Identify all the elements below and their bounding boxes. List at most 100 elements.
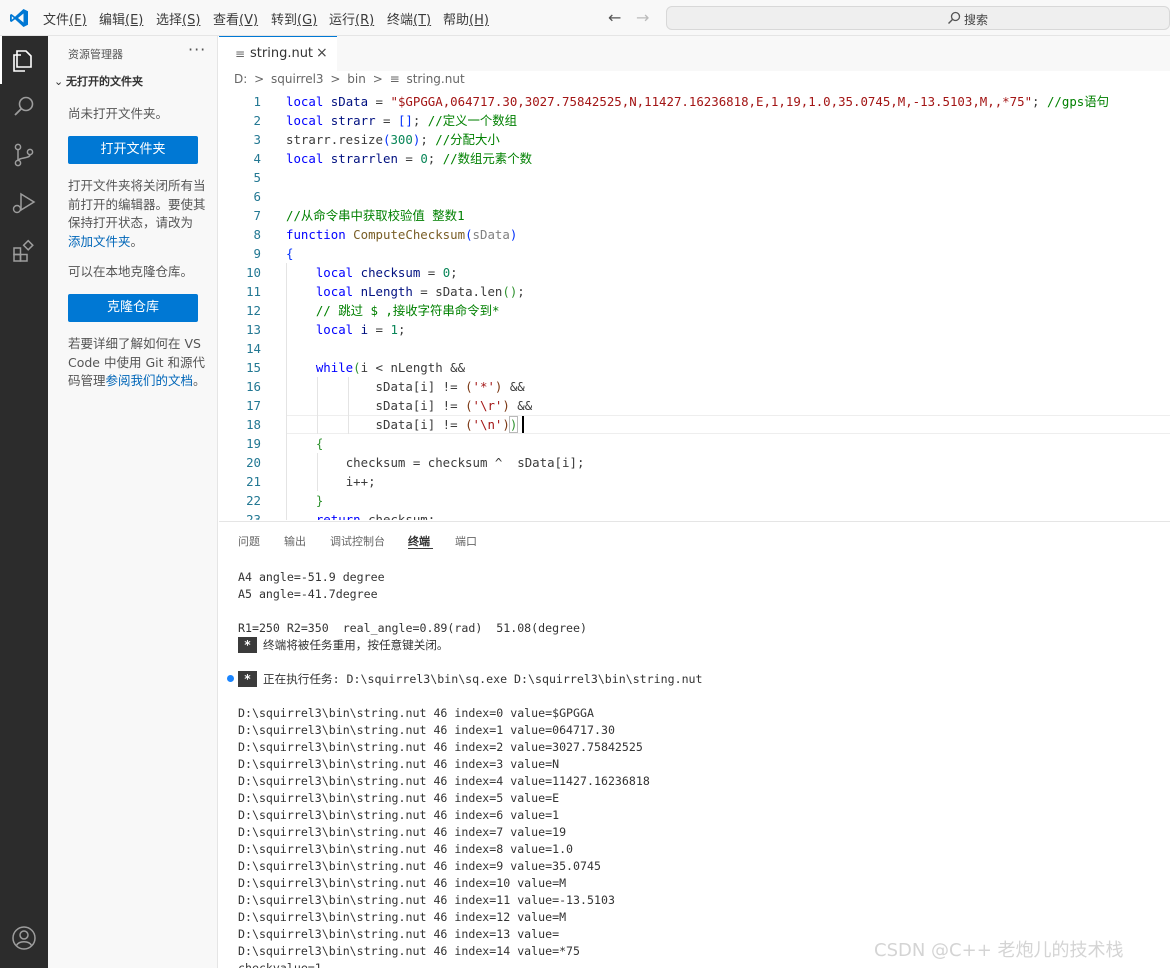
code-line-2: local strarr = []; //定义一个数组 bbox=[286, 113, 518, 128]
menu-run[interactable]: 运行(R) bbox=[329, 9, 374, 28]
line-number: 21 bbox=[246, 474, 261, 489]
line-number: 14 bbox=[246, 341, 261, 356]
menu-file[interactable]: 文件(F) bbox=[43, 9, 87, 28]
breadcrumb-drive[interactable]: D: bbox=[234, 72, 247, 86]
code-line-1: local sData = "$GPGGA,064717.30,3027.758… bbox=[286, 94, 1110, 109]
breadcrumb-file[interactable]: string.nut bbox=[406, 72, 464, 86]
menu-view[interactable]: 查看(V) bbox=[213, 9, 258, 28]
open-folder-button[interactable]: 打开文件夹 bbox=[68, 136, 198, 164]
watermark: CSDN @C++ 老炮儿的技术栈 bbox=[874, 940, 1124, 961]
tab-ports[interactable]: 端口 bbox=[455, 533, 477, 549]
terminal-line: A4 angle=-51.9 degree bbox=[238, 570, 385, 584]
line-number: 12 bbox=[246, 303, 261, 318]
extensions-icon[interactable] bbox=[10, 237, 38, 265]
terminal-output-line: D:\squirrel3\bin\string.nut 46 index=10 … bbox=[238, 876, 567, 890]
menu-help[interactable]: 帮助(H) bbox=[443, 9, 489, 28]
terminal-output-line: D:\squirrel3\bin\string.nut 46 index=13 … bbox=[238, 927, 560, 941]
terminal-output-line: D:\squirrel3\bin\string.nut 46 index=2 v… bbox=[238, 740, 643, 754]
terminal-output-line: D:\squirrel3\bin\string.nut 46 index=0 v… bbox=[238, 706, 594, 720]
docs-link[interactable]: 参阅我们的文档 bbox=[106, 373, 194, 388]
search-icon[interactable] bbox=[10, 93, 38, 121]
bottom-panel: 问题 输出 调试控制台 终端 端口 A4 angle=-51.9 degree … bbox=[219, 521, 1170, 968]
terminal-output-line: D:\squirrel3\bin\string.nut 46 index=5 v… bbox=[238, 791, 560, 805]
command-center-search[interactable]: 搜索 bbox=[666, 6, 1170, 30]
code-line-23: return checksum; bbox=[315, 512, 436, 520]
file-icon: ≡ bbox=[235, 47, 246, 61]
command-decoration-dot[interactable] bbox=[227, 675, 234, 682]
line-number: 4 bbox=[253, 151, 261, 166]
breadcrumb-folder-bin[interactable]: bin bbox=[347, 72, 366, 86]
open-folder-info: 打开文件夹将关闭所有当前打开的编辑器。要使其保持打开状态，请改为 添加文件夹。 bbox=[68, 178, 206, 249]
clone-text: 可以在本地克隆仓库。 bbox=[68, 264, 194, 279]
clone-repo-button[interactable]: 克隆仓库 bbox=[68, 294, 198, 322]
menu-go[interactable]: 转到(G) bbox=[271, 9, 317, 28]
line-number: 16 bbox=[246, 379, 261, 394]
code-line-9: { bbox=[286, 246, 294, 261]
terminal-line: R1=250 R2=350 real_angle=0.89(rad) 51.08… bbox=[238, 621, 588, 635]
add-folder-link[interactable]: 添加文件夹 bbox=[68, 234, 131, 249]
line-number: 7 bbox=[253, 208, 261, 223]
no-folder-section-header[interactable]: ⌄ 无打开的文件夹 bbox=[54, 73, 143, 89]
terminal-output-line: D:\squirrel3\bin\string.nut 46 index=8 v… bbox=[238, 842, 574, 856]
line-number: 9 bbox=[253, 246, 261, 261]
run-debug-icon[interactable] bbox=[10, 189, 38, 217]
breadcrumb-sep: > bbox=[372, 72, 383, 86]
tab-terminal[interactable]: 终端 bbox=[408, 533, 430, 549]
title-bar: 文件(F) 编辑(E) 选择(S) 查看(V) 转到(G) 运行(R) 终端(T… bbox=[0, 0, 1170, 36]
code-editor[interactable]: 1 local sData = "$GPGGA,064717.30,3027.75… bbox=[219, 92, 1170, 520]
breadcrumb-sep: > bbox=[330, 72, 341, 86]
tab-problems[interactable]: 问题 bbox=[238, 533, 260, 549]
line-number: 13 bbox=[246, 322, 261, 337]
no-folder-text: 尚未打开文件夹。 bbox=[68, 106, 169, 121]
terminal-output-line: D:\squirrel3\bin\string.nut 46 index=4 v… bbox=[238, 774, 650, 788]
line-number: 3 bbox=[253, 132, 261, 147]
terminal-output-line: D:\squirrel3\bin\string.nut 46 index=6 v… bbox=[238, 808, 560, 822]
git-info: 若要详细了解如何在 VS Code 中使用 Git 和源代码管理参阅我们的文档。 bbox=[68, 336, 206, 388]
source-control-icon[interactable] bbox=[10, 141, 38, 169]
close-icon[interactable]: × bbox=[316, 45, 328, 61]
terminal-output-line: D:\squirrel3\bin\string.nut 46 index=14 … bbox=[238, 944, 581, 958]
line-number: 10 bbox=[246, 265, 261, 280]
code-line-12: // 跳过 $ ,接收字符串命令到* bbox=[315, 303, 500, 318]
account-icon[interactable] bbox=[10, 924, 38, 952]
terminal-output-line: D:\squirrel3\bin\string.nut 46 index=1 v… bbox=[238, 723, 615, 737]
line-number: 11 bbox=[246, 284, 261, 299]
active-indicator bbox=[0, 36, 2, 84]
breadcrumb-folder-squirrel3[interactable]: squirrel3 bbox=[271, 72, 324, 86]
tab-string-nut[interactable]: ≡ string.nut × bbox=[219, 36, 337, 71]
code-line-17: sData[i] != ('\r') && bbox=[375, 398, 533, 413]
terminal-line: A5 angle=-41.7degree bbox=[238, 587, 378, 601]
more-actions-icon[interactable]: ··· bbox=[188, 40, 206, 59]
text-cursor bbox=[522, 416, 524, 433]
explorer-icon[interactable] bbox=[10, 46, 38, 74]
asterisk-badge: * bbox=[238, 671, 257, 687]
terminal-output-line: D:\squirrel3\bin\string.nut 46 index=12 … bbox=[238, 910, 567, 924]
code-line-15: while(i < nLength && bbox=[315, 360, 466, 375]
explorer-sidebar: 资源管理器 ··· ⌄ 无打开的文件夹 尚未打开文件夹。 打开文件夹 打开文件夹将… bbox=[48, 36, 218, 968]
menu-edit[interactable]: 编辑(E) bbox=[99, 9, 143, 28]
tab-debug-console[interactable]: 调试控制台 bbox=[330, 533, 385, 549]
terminal-output-line: D:\squirrel3\bin\string.nut 46 index=11 … bbox=[238, 893, 615, 907]
code-line-11: local nLength = sData.len(); bbox=[315, 284, 525, 299]
breadcrumb-sep: > bbox=[254, 72, 265, 86]
breadcrumb: D: > squirrel3 > bin > ≡ string.nut bbox=[234, 72, 468, 92]
forward-arrow-icon[interactable]: → bbox=[636, 8, 649, 27]
tab-output[interactable]: 输出 bbox=[284, 533, 306, 549]
back-arrow-icon[interactable]: ← bbox=[608, 8, 621, 27]
terminal-line: checkvalue=1 bbox=[238, 961, 322, 968]
line-number: 23 bbox=[246, 512, 261, 520]
code-line-8: function ComputeChecksum(sData) bbox=[286, 227, 518, 242]
menu-selection[interactable]: 选择(S) bbox=[156, 9, 200, 28]
tab-label: string.nut bbox=[250, 46, 314, 61]
code-line-13: local i = 1; bbox=[315, 322, 406, 337]
code-line-22: } bbox=[315, 493, 324, 508]
menu-terminal[interactable]: 终端(T) bbox=[387, 9, 431, 28]
asterisk-badge: * bbox=[238, 637, 257, 653]
terminal-output-line: D:\squirrel3\bin\string.nut 46 index=9 v… bbox=[238, 859, 601, 873]
line-number: 20 bbox=[246, 455, 261, 470]
search-label: 搜索 bbox=[964, 13, 989, 27]
line-number: 1 bbox=[253, 94, 261, 109]
terminal-output-line: D:\squirrel3\bin\string.nut 46 index=3 v… bbox=[238, 757, 560, 771]
line-number: 5 bbox=[253, 170, 261, 185]
line-number: 8 bbox=[253, 227, 261, 242]
